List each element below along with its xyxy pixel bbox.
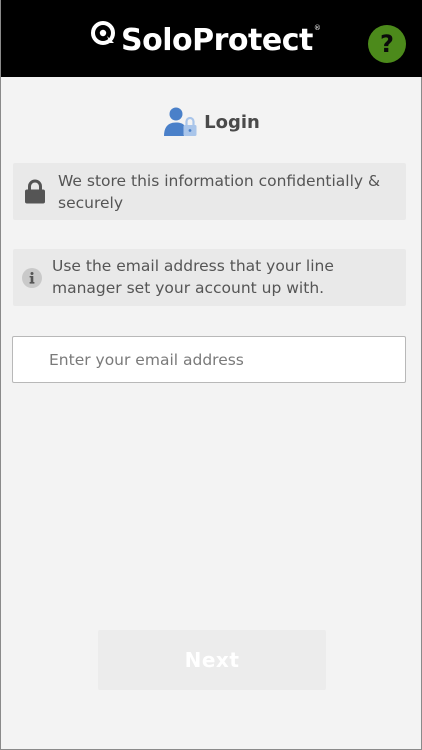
brand-name: SoloProtect bbox=[121, 22, 313, 58]
question-mark-icon: ? bbox=[380, 30, 394, 58]
app-screen: SoloProtect ® ? Login We store this info… bbox=[0, 0, 422, 750]
login-heading: Login bbox=[1, 106, 422, 138]
email-input[interactable] bbox=[12, 336, 406, 383]
user-lock-icon bbox=[164, 107, 197, 136]
brand-logo: SoloProtect ® bbox=[89, 20, 321, 60]
login-title: Login bbox=[204, 111, 260, 133]
help-button[interactable]: ? bbox=[368, 25, 406, 63]
email-hint-text: Use the email address that your line man… bbox=[52, 257, 334, 297]
privacy-notice-text: We store this information confidentially… bbox=[58, 172, 381, 212]
trademark-mark: ® bbox=[313, 24, 321, 32]
info-icon bbox=[22, 268, 42, 288]
privacy-notice: We store this information confidentially… bbox=[13, 163, 406, 220]
at-sign-logo-icon bbox=[91, 21, 115, 45]
next-button[interactable]: Next bbox=[98, 630, 326, 690]
app-header: SoloProtect ® ? bbox=[1, 0, 422, 77]
email-hint-notice: Use the email address that your line man… bbox=[13, 249, 406, 306]
padlock-icon bbox=[25, 179, 45, 204]
